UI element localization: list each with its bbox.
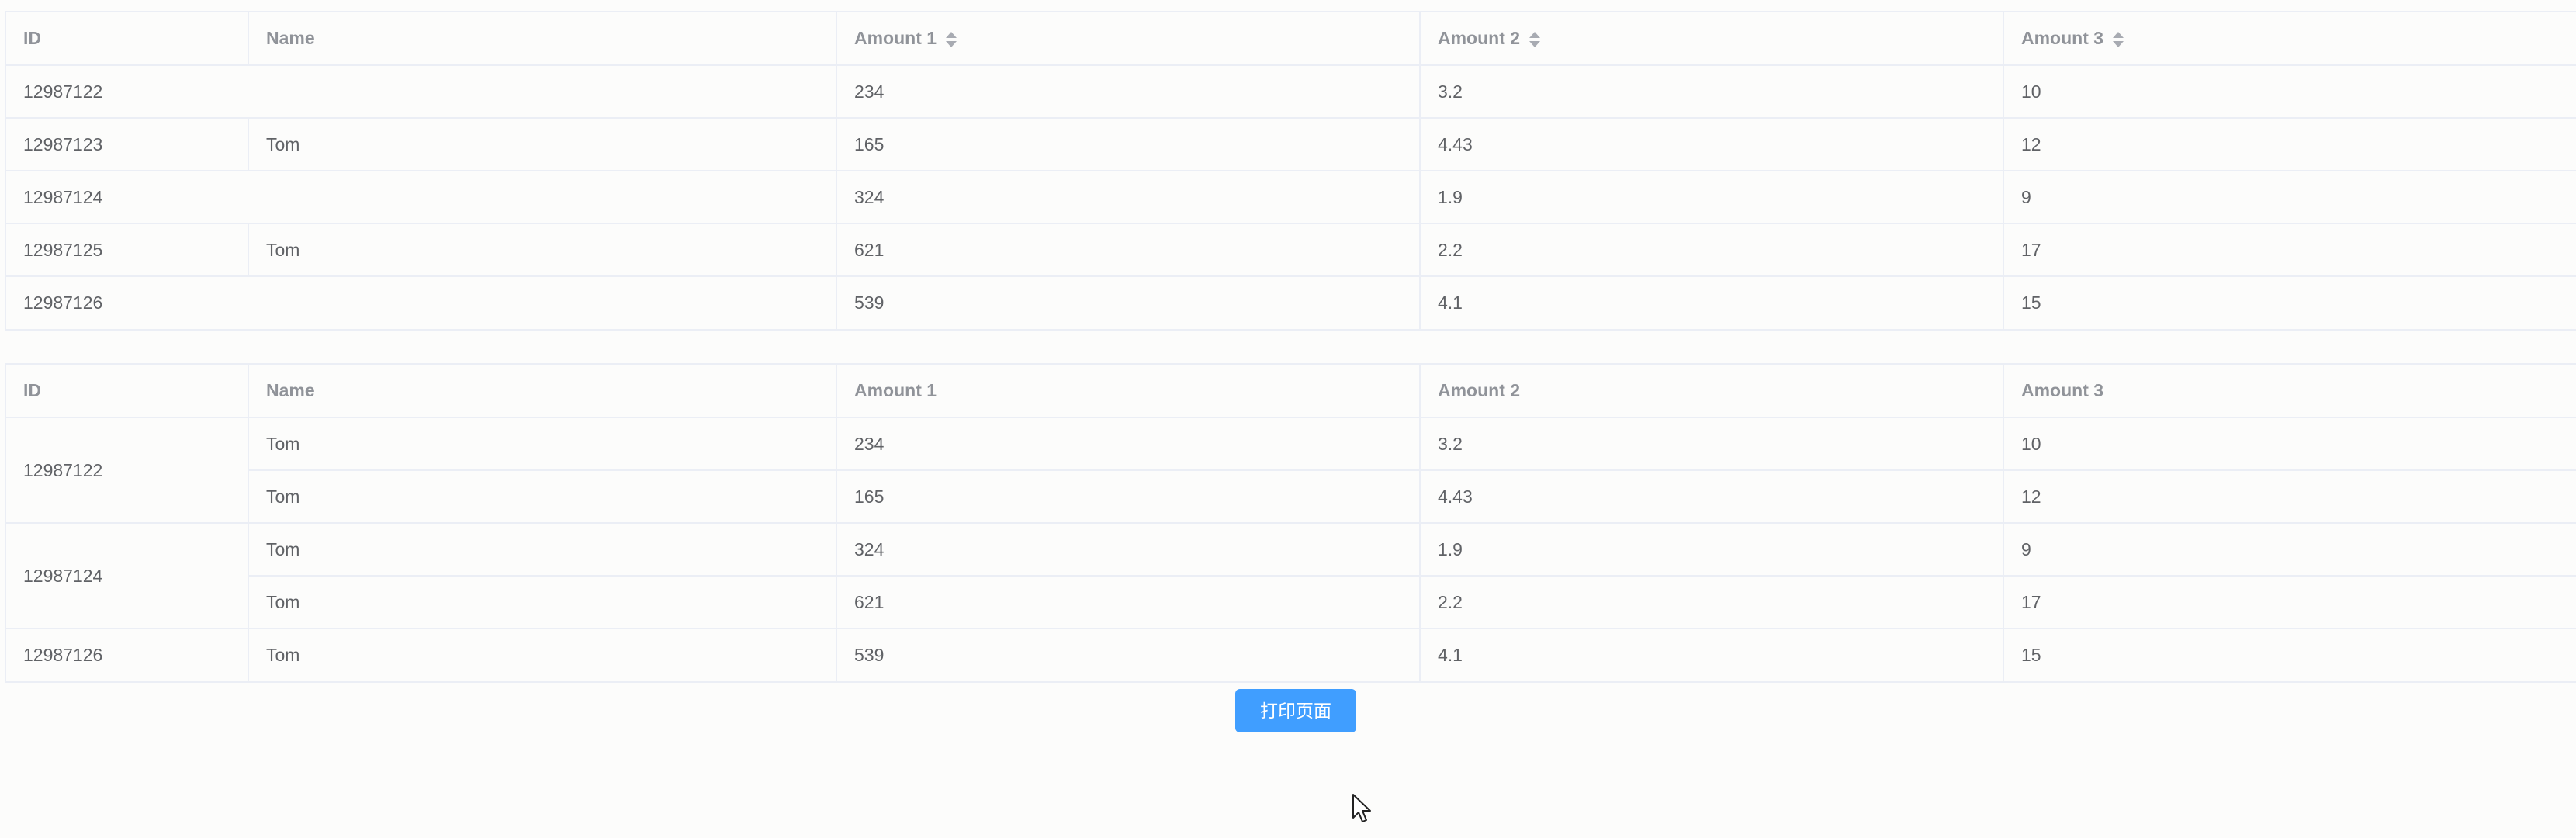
header-amount3: Amount 3 (2003, 365, 2576, 418)
header-amount3-label: Amount 3 (2021, 28, 2104, 48)
cell-amount3: 12 (2003, 118, 2576, 171)
cell-amount1: 539 (836, 628, 1421, 681)
cell-id: 12987122 (6, 417, 249, 524)
cell-amount3: 10 (2003, 417, 2576, 471)
cell-amount1: 324 (836, 523, 1421, 577)
cell-amount2: 4.1 (1420, 628, 2004, 681)
cell-amount2: 2.2 (1420, 223, 2004, 277)
cell-name: Tom (248, 628, 837, 681)
table-row: 12987126 Tom 539 4.1 15 (6, 628, 2576, 681)
cell-amount3: 9 (2003, 171, 2576, 224)
sort-ascending-icon[interactable] (946, 31, 957, 38)
table-row: Tom 621 2.2 17 (6, 576, 2576, 629)
sort-ascending-icon[interactable] (1529, 31, 1541, 38)
cell-amount2: 1.9 (1420, 171, 2004, 224)
sortable-table: ID Name Amount 1 Amount 2 Amount 3 12987… (5, 11, 2576, 331)
table-row: 12987126 539 4.1 15 (6, 276, 2576, 329)
cell-amount2: 4.1 (1420, 276, 2004, 329)
cell-amount2: 3.2 (1420, 65, 2004, 119)
header-amount1: Amount 1 (836, 365, 1421, 418)
table-row: 12987123 Tom 165 4.43 12 (6, 118, 2576, 171)
header-id-label: ID (23, 28, 41, 48)
cell-id: 12987126 (6, 276, 837, 329)
sort-descending-icon[interactable] (946, 40, 957, 47)
cell-amount1: 621 (836, 576, 1421, 629)
sort-descending-icon[interactable] (2113, 40, 2124, 47)
cell-id: 12987122 (6, 65, 837, 119)
table-header-row: ID Name Amount 1 Amount 2 Amount 3 (6, 365, 2576, 418)
cell-id: 12987123 (6, 118, 249, 171)
cell-amount1: 234 (836, 65, 1421, 119)
rowspan-table: ID Name Amount 1 Amount 2 Amount 3 12987… (5, 363, 2576, 683)
cell-amount3: 12 (2003, 470, 2576, 524)
table-1: ID Name Amount 1 Amount 2 Amount 3 12987… (6, 12, 2576, 329)
header-amount1[interactable]: Amount 1 (836, 12, 1421, 66)
sort-descending-icon[interactable] (1529, 40, 1541, 47)
cell-id: 12987124 (6, 523, 249, 629)
sort-caret-icon[interactable] (2113, 31, 2124, 48)
cell-amount3: 15 (2021, 293, 2041, 313)
cell-name: Tom (248, 223, 837, 277)
cell-amount3: 17 (2003, 223, 2576, 277)
table-row: Tom 165 4.43 12 (6, 470, 2576, 524)
cell-id: 12987125 (6, 223, 249, 277)
table-row: 12987124 Tom 324 1.9 9 (6, 523, 2576, 629)
cell-amount2: 2.2 (1420, 576, 2004, 629)
table-row: 12987122 234 3.2 10 (6, 65, 2576, 119)
cell-name: Tom (248, 523, 837, 577)
cell-id: 12987124 (6, 171, 837, 224)
cell-amount1: 324 (836, 171, 1421, 224)
header-amount2: Amount 2 (1420, 365, 2004, 418)
cell-name: Tom (248, 118, 837, 171)
cell-amount1: 539 (836, 276, 1421, 329)
header-name-label: Name (266, 28, 315, 48)
cell-amount2: 4.43 (1420, 118, 2004, 171)
header-amount1-label: Amount 1 (854, 28, 937, 48)
header-amount3[interactable]: Amount 3 (2003, 12, 2576, 66)
cell-amount1: 621 (836, 223, 1421, 277)
cell-name: Tom (248, 576, 837, 629)
header-amount2-label: Amount 2 (1438, 28, 1521, 48)
cell-amount1: 165 (836, 470, 1421, 524)
header-amount2[interactable]: Amount 2 (1420, 12, 2004, 66)
header-name: Name (248, 365, 837, 418)
header-id: ID (6, 12, 249, 66)
sort-ascending-icon[interactable] (2113, 31, 2124, 38)
cell-amount1: 234 (836, 417, 1421, 471)
header-id: ID (6, 365, 249, 418)
table-row: 12987124 324 1.9 9 (6, 171, 2576, 224)
sort-caret-icon[interactable] (1529, 31, 1541, 48)
header-name: Name (248, 12, 837, 66)
page: ID Name Amount 1 Amount 2 Amount 3 12987… (0, 0, 2576, 838)
cell-name: Tom (248, 417, 837, 471)
cell-amount3: 17 (2003, 576, 2576, 629)
table-row: 12987125 Tom 621 2.2 17 (6, 223, 2576, 277)
table-row: 12987122 Tom 234 3.2 10 (6, 417, 2576, 524)
cell-amount3: 15 (2021, 645, 2041, 665)
cell-id: 12987126 (6, 628, 249, 681)
sort-caret-icon[interactable] (946, 31, 957, 48)
cell-amount3: 9 (2003, 523, 2576, 577)
table-2: ID Name Amount 1 Amount 2 Amount 3 12987… (6, 365, 2576, 681)
table-header-row: ID Name Amount 1 Amount 2 Amount 3 (6, 12, 2576, 66)
cell-amount2: 4.43 (1420, 470, 2004, 524)
cell-amount2: 1.9 (1420, 523, 2004, 577)
cell-name: Tom (248, 470, 837, 524)
cell-amount1: 165 (836, 118, 1421, 171)
cell-amount2: 3.2 (1420, 417, 2004, 471)
cell-amount3: 10 (2003, 65, 2576, 119)
print-page-button[interactable]: 打印页面 (1235, 689, 1356, 732)
mouse-pointer-icon (1352, 794, 1371, 822)
